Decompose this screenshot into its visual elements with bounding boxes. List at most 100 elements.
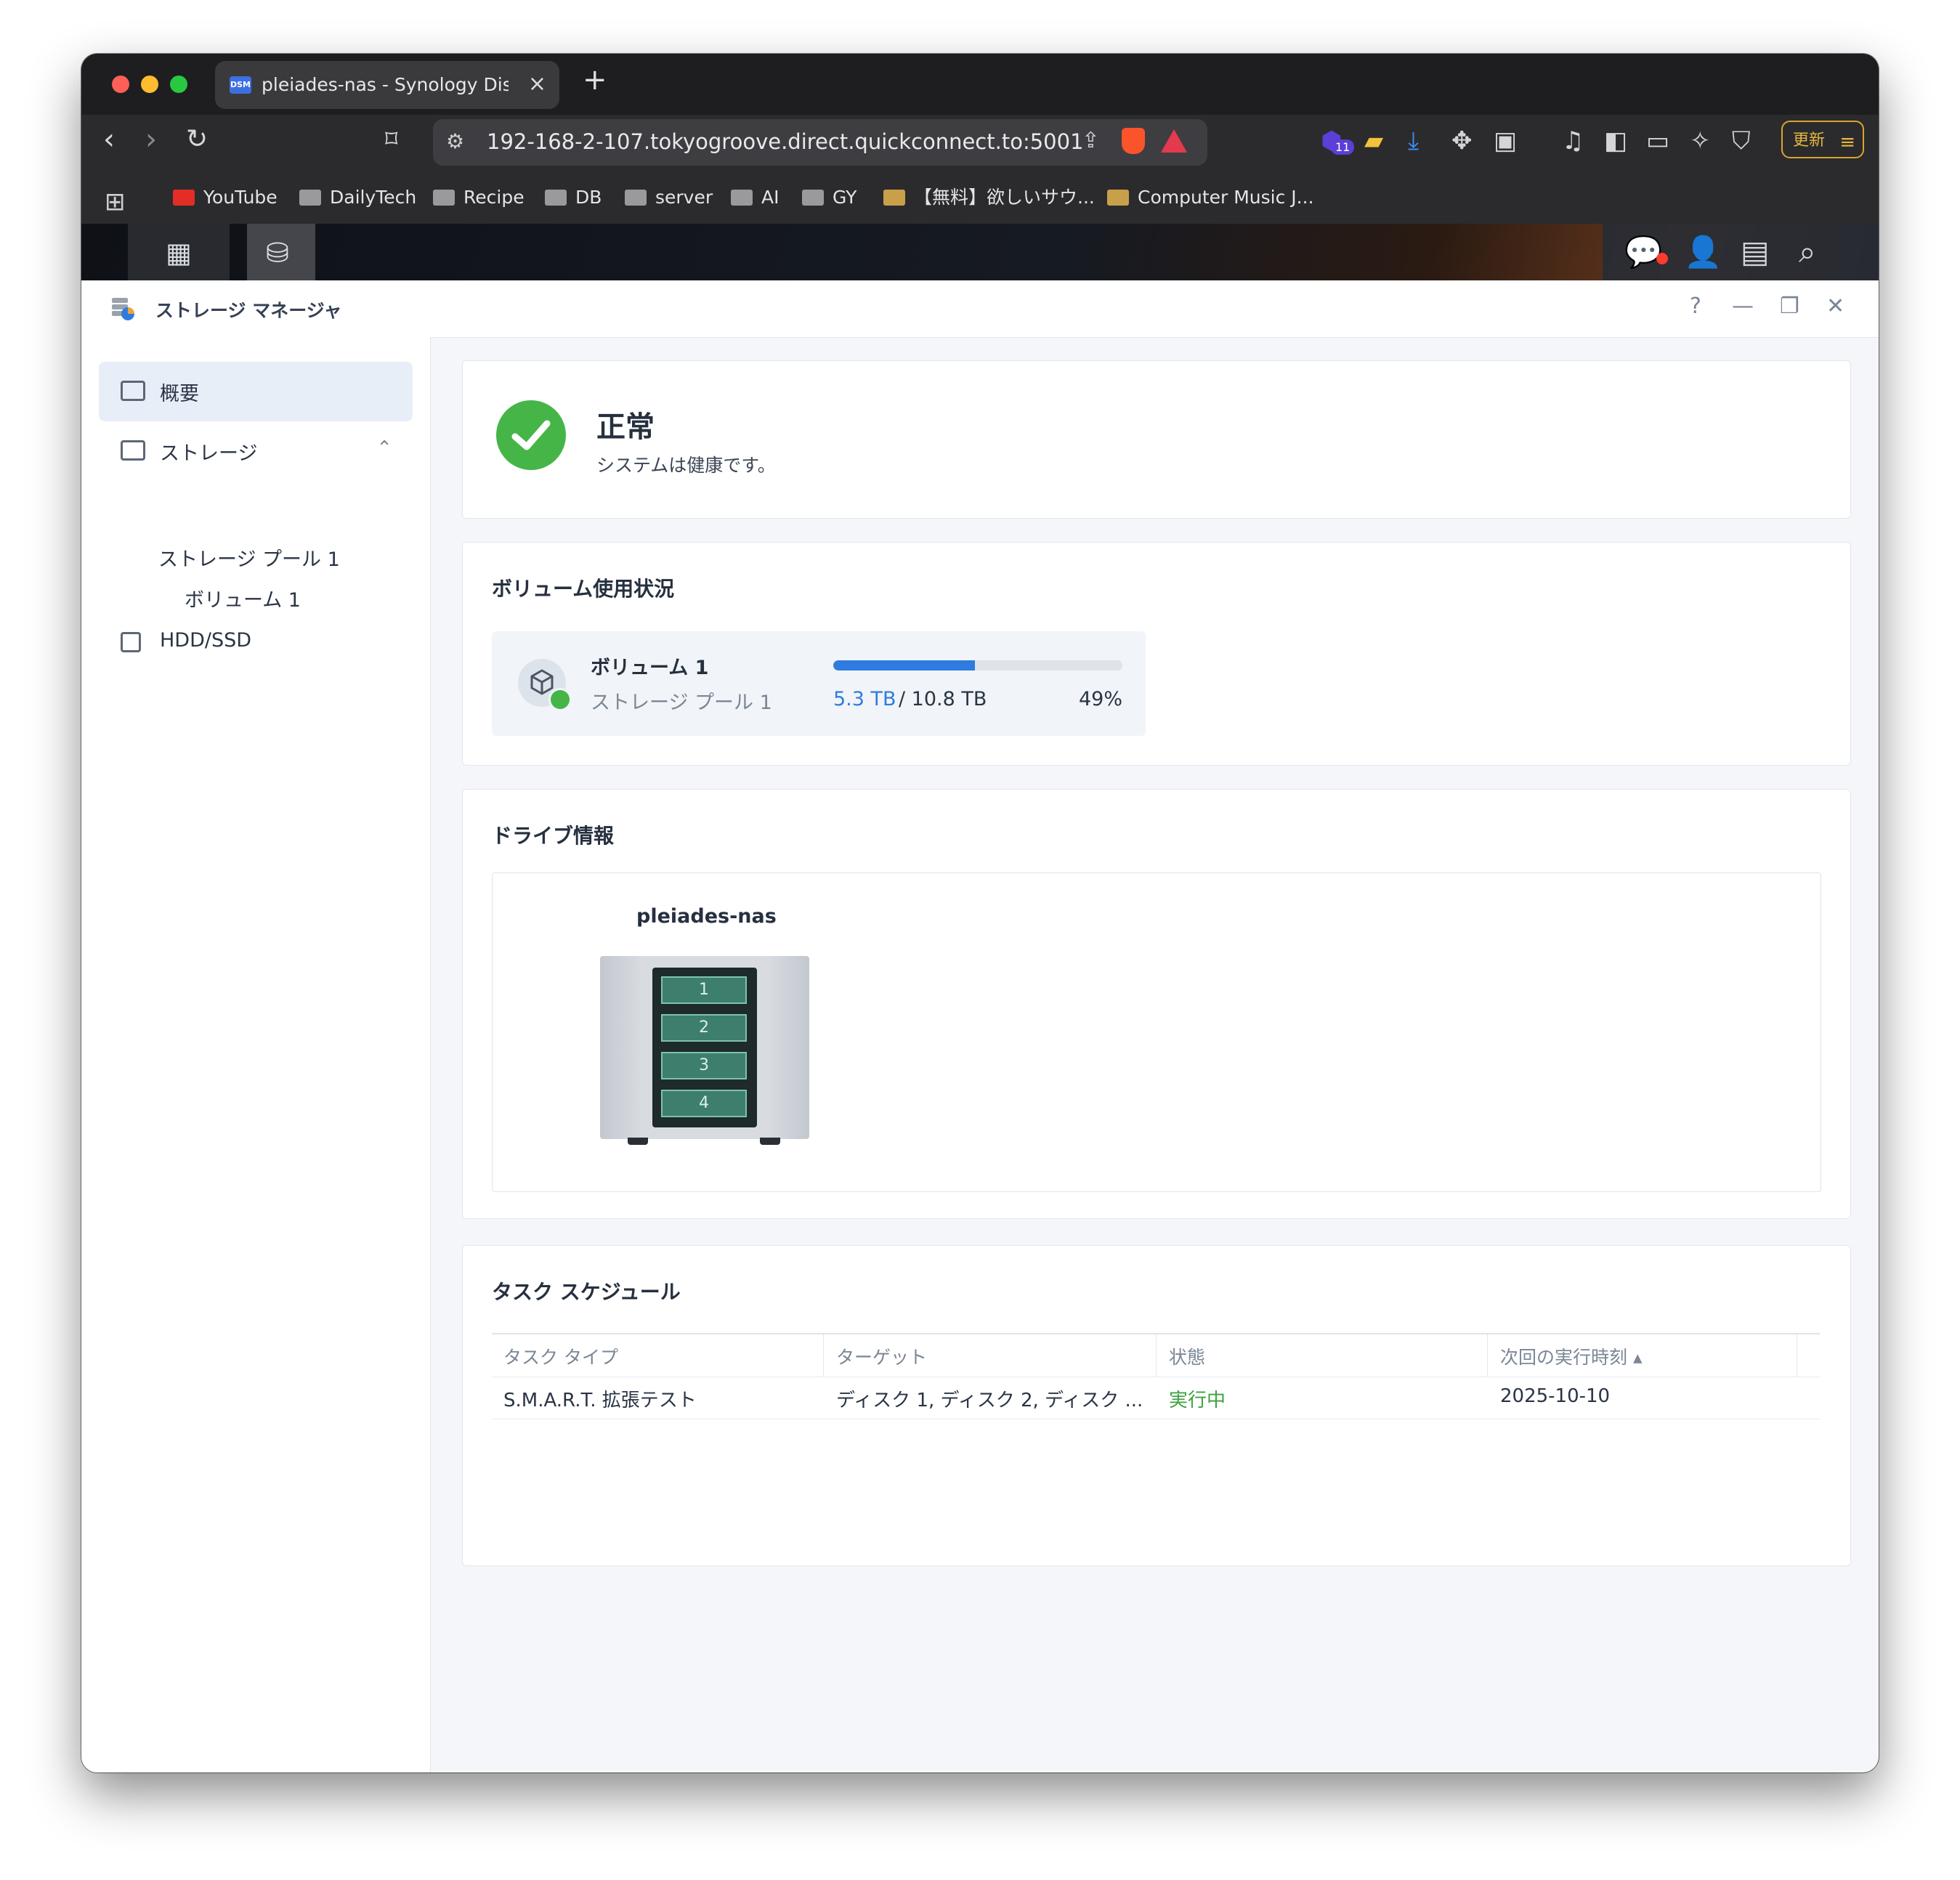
- reader-icon[interactable]: ▣: [1494, 126, 1517, 155]
- new-tab-button[interactable]: +: [583, 65, 607, 94]
- bookmark-folder-db[interactable]: DB: [545, 185, 602, 211]
- volume-name: ボリューム 1: [591, 657, 709, 679]
- main-menu-button[interactable]: ▦: [128, 224, 230, 280]
- notifications-icon[interactable]: 💬: [1624, 234, 1662, 270]
- site-favicon-icon: [1107, 190, 1129, 206]
- user-icon[interactable]: 👤: [1684, 234, 1722, 270]
- minimize-app-button[interactable]: —: [1732, 293, 1754, 319]
- folder-icon: [299, 190, 321, 206]
- column-divider[interactable]: [823, 1334, 824, 1377]
- column-divider[interactable]: [1487, 1334, 1488, 1377]
- storage-manager-taskbar-button[interactable]: ⛁: [247, 224, 315, 280]
- bookmark-folder-dailytech[interactable]: DailyTech: [299, 185, 416, 211]
- update-button[interactable]: 更新 ≡: [1781, 121, 1864, 158]
- volume-healthy-icon: [548, 688, 572, 711]
- check-icon: [496, 400, 566, 470]
- target-cell: ディスク 1, ディスク 2, ディスク ...: [836, 1390, 1143, 1411]
- sidebar-item-storage[interactable]: ストレージ ⌃: [99, 421, 413, 481]
- forward-button[interactable]: ›: [145, 125, 157, 154]
- volume-total: / 10.8 TB: [899, 688, 987, 710]
- folder-icon: [545, 190, 567, 206]
- column-header-task-type[interactable]: タスク タイプ: [503, 1343, 618, 1369]
- brave-shields-icon[interactable]: [1122, 128, 1145, 154]
- site-settings-icon[interactable]: ⚙: [446, 129, 464, 153]
- sidebar-item-label: HDD/SSD: [160, 629, 252, 652]
- volume-percent: 49%: [1078, 688, 1122, 710]
- extension-folder-icon[interactable]: ▰: [1364, 126, 1383, 155]
- back-button[interactable]: ‹: [103, 125, 115, 154]
- bookmark-folder-recipe[interactable]: Recipe: [433, 185, 525, 211]
- tab-close-icon[interactable]: ×: [528, 71, 546, 97]
- column-divider[interactable]: [1156, 1334, 1157, 1377]
- table-header: タスク タイプ ターゲット 状態 次回の実行時刻 ▴: [492, 1333, 1820, 1377]
- sidebar-item-storage-pool[interactable]: ストレージ プール 1: [158, 543, 340, 572]
- sidebar: 概要 ストレージ ⌃ ストレージ プール 1 ボリューム 1 HDD/SSD: [81, 337, 431, 1772]
- sidebar-item-hdd-ssd[interactable]: HDD/SSD: [99, 613, 413, 673]
- sidebar-item-overview[interactable]: 概要: [99, 362, 413, 421]
- bookmark-folder-gy[interactable]: GY: [802, 185, 857, 211]
- download-icon[interactable]: ⤓: [1408, 126, 1419, 155]
- app-title: ストレージ マネージャ: [155, 300, 342, 321]
- sidebar-toggle-icon[interactable]: ◧: [1604, 126, 1627, 155]
- apps-grid-icon[interactable]: ⊞: [105, 187, 126, 216]
- health-status-description: システムは健康です。: [596, 455, 776, 476]
- drive-bay-3[interactable]: 3: [661, 1052, 747, 1079]
- column-header-target[interactable]: ターゲット: [836, 1343, 927, 1369]
- nas-front-panel: 1 2 3 4: [652, 968, 757, 1127]
- brave-rewards-icon[interactable]: [1161, 129, 1187, 153]
- youtube-icon: [173, 190, 195, 206]
- column-header-next-run[interactable]: 次回の実行時刻 ▴: [1500, 1343, 1643, 1369]
- bookmark-free-sound[interactable]: 【無料】欲しいサウ...: [883, 185, 1095, 211]
- bookmark-youtube[interactable]: YouTube: [173, 185, 278, 211]
- nas-foot-left: [628, 1138, 648, 1145]
- storage-icon: [121, 440, 145, 461]
- nas-name: pleiades-nas: [636, 905, 777, 928]
- dsm-favicon-icon: DSM: [230, 76, 251, 94]
- bookmark-icon[interactable]: ⌑: [385, 125, 397, 154]
- wallet-icon[interactable]: ▭: [1646, 126, 1669, 155]
- music-icon[interactable]: ♫: [1562, 126, 1584, 155]
- search-icon[interactable]: ⌕: [1799, 234, 1816, 270]
- dsm-system-tray: 💬 👤 ▤ ⌕: [1603, 224, 1879, 280]
- address-bar[interactable]: ⚙ 192-168-2-107.tokyogroove.direct.quick…: [433, 119, 1207, 166]
- drive-info-card: ドライブ情報 pleiades-nas 1 2 3 4: [462, 789, 1851, 1219]
- extensions-icon[interactable]: ✥: [1451, 126, 1473, 155]
- menu-icon: ≡: [1839, 131, 1855, 153]
- tab-bar: DSM pleiades-nas - Synology DiskS × +: [81, 54, 1879, 115]
- folder-icon: [802, 190, 824, 206]
- close-window-button[interactable]: [112, 76, 129, 93]
- volume-usage-item[interactable]: ボリューム 1 ストレージ プール 1 5.3 TB / 10.8 TB 49%: [492, 631, 1146, 736]
- drive-bay-4[interactable]: 4: [661, 1090, 747, 1117]
- drive-bay-2[interactable]: 2: [661, 1014, 747, 1042]
- drive-bay-1[interactable]: 1: [661, 976, 747, 1004]
- folder-icon: [433, 190, 455, 206]
- column-header-status[interactable]: 状態: [1169, 1343, 1205, 1369]
- reload-button[interactable]: ↻: [186, 125, 208, 154]
- sidebar-item-volume[interactable]: ボリューム 1: [185, 584, 301, 612]
- help-button[interactable]: ?: [1690, 293, 1701, 319]
- chevron-up-icon[interactable]: ⌃: [376, 437, 392, 459]
- close-app-button[interactable]: ✕: [1826, 293, 1844, 319]
- status-cell: 実行中: [1169, 1390, 1226, 1411]
- share-icon[interactable]: ⇪: [1082, 128, 1100, 153]
- zoom-window-button[interactable]: [170, 76, 187, 93]
- table-row[interactable]: S.M.A.R.T. 拡張テスト ディスク 1, ディスク 2, ディスク ..…: [492, 1377, 1820, 1419]
- url-text[interactable]: 192-168-2-107.tokyogroove.direct.quickco…: [487, 129, 1084, 154]
- drive-info-title: ドライブ情報: [492, 824, 615, 848]
- overview-icon: [121, 381, 145, 401]
- volume-usage-bar-fill: [833, 660, 976, 670]
- restore-app-button[interactable]: ❐: [1780, 293, 1799, 319]
- widgets-icon[interactable]: ▤: [1741, 234, 1770, 270]
- bookmark-folder-server[interactable]: server: [625, 185, 713, 211]
- main-content: 正常 システムは健康です。 ボリューム使用状況 ボリューム 1 ストレージ プー…: [430, 337, 1879, 1772]
- bookmark-folder-ai[interactable]: AI: [731, 185, 779, 211]
- browser-window: DSM pleiades-nas - Synology DiskS × + ‹ …: [81, 54, 1879, 1772]
- vpn-shield-icon[interactable]: ⛉: [1732, 126, 1751, 155]
- hdd-icon: [121, 632, 141, 652]
- notification-badge: [1656, 253, 1668, 264]
- browser-tab[interactable]: DSM pleiades-nas - Synology DiskS ×: [215, 61, 559, 109]
- minimize-window-button[interactable]: [141, 76, 158, 93]
- leo-ai-icon[interactable]: ✧: [1690, 126, 1711, 155]
- volume-pool: ストレージ プール 1: [591, 692, 772, 714]
- bookmark-computer-music[interactable]: Computer Music J...: [1107, 185, 1314, 211]
